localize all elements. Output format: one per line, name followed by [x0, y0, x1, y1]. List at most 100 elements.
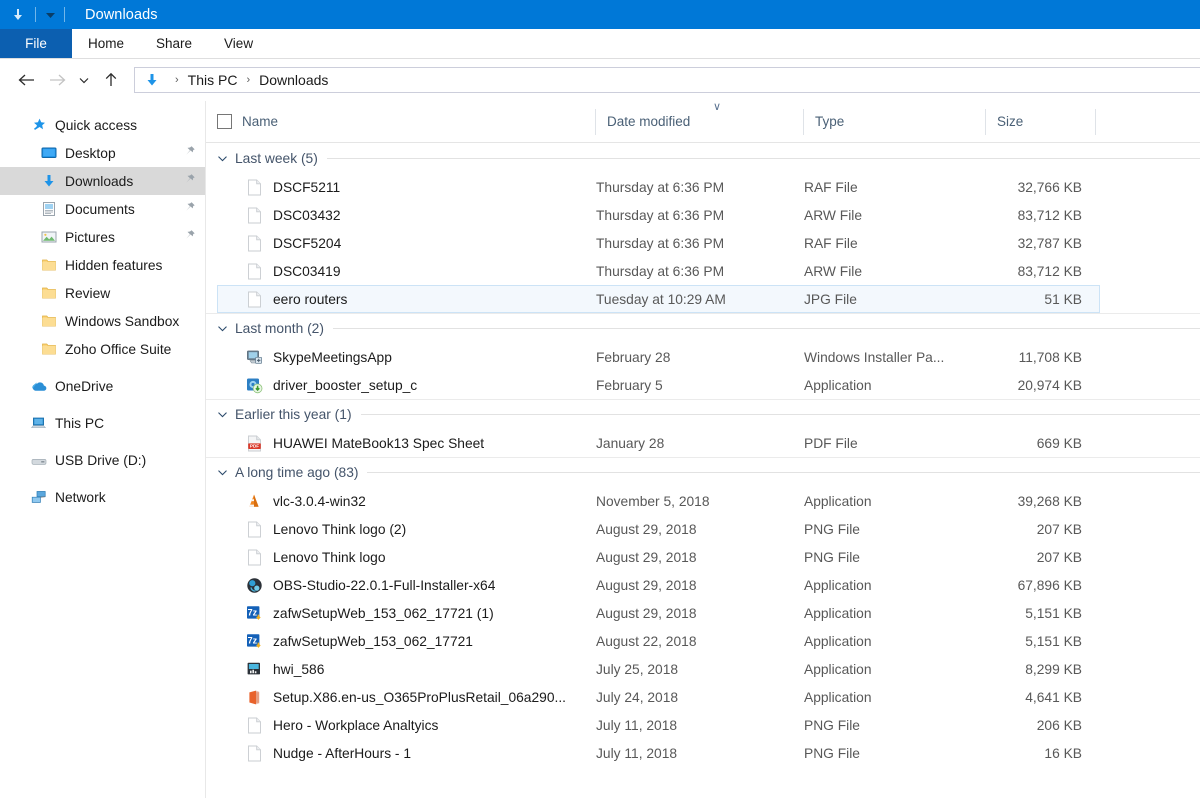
this-pc-icon: [30, 414, 48, 432]
chevron-down-icon[interactable]: [43, 5, 57, 25]
file-name-cell[interactable]: Setup.X86.en-us_O365ProPlusRetail_06a290…: [218, 688, 596, 706]
sidebar-item-label: Zoho Office Suite: [65, 341, 172, 357]
sidebar-item-this-pc[interactable]: This PC: [0, 409, 205, 437]
file-row[interactable]: Lenovo Think logo August 29, 2018 PNG File…: [217, 543, 1100, 571]
file-row[interactable]: Lenovo Think logo (2) August 29, 2018 PNG …: [217, 515, 1100, 543]
file-name-cell[interactable]: PDF HUAWEI MateBook13 Spec Sheet: [218, 434, 596, 452]
back-arrow-icon[interactable]: [12, 65, 42, 95]
file-name-cell[interactable]: DSC03432: [218, 206, 596, 224]
chevron-down-icon[interactable]: [217, 154, 228, 163]
navigation-pane[interactable]: Quick access Desktop Downloads Documents Pic…: [0, 101, 206, 798]
file-row[interactable]: 7z zafwSetupWeb_153_062_17721 August 22, 2…: [217, 627, 1100, 655]
address-bar[interactable]: › This PC › Downloads: [134, 67, 1200, 93]
chevron-down-icon[interactable]: [217, 468, 228, 477]
sidebar-item-quick-access[interactable]: Quick access: [0, 111, 205, 139]
sidebar-item-downloads[interactable]: Downloads: [0, 167, 205, 195]
sidebar-item-onedrive[interactable]: OneDrive: [0, 372, 205, 400]
file-row[interactable]: 7z zafwSetupWeb_153_062_17721 (1) August 2…: [217, 599, 1100, 627]
recent-locations-chevron-icon[interactable]: [72, 65, 96, 95]
breadcrumb-downloads[interactable]: Downloads: [257, 72, 330, 88]
sidebar-item-windows-sandbox[interactable]: Windows Sandbox: [0, 307, 205, 335]
file-name-label: DSCF5211: [273, 179, 341, 195]
sidebar-item-pictures[interactable]: Pictures: [0, 223, 205, 251]
file-group-header[interactable]: Last month (2): [206, 313, 1200, 343]
file-row[interactable]: DSC03432 Thursday at 6:36 PM ARW File 83,71…: [217, 201, 1100, 229]
file-name-label: HUAWEI MateBook13 Spec Sheet: [273, 435, 485, 451]
file-name-cell[interactable]: Lenovo Think logo: [218, 548, 596, 566]
file-group-header[interactable]: Last week (5): [206, 143, 1200, 173]
chevron-down-icon[interactable]: [217, 324, 228, 333]
select-all-checkbox[interactable]: [217, 114, 232, 129]
file-row[interactable]: DSCF5204 Thursday at 6:36 PM RAF File 32,78…: [217, 229, 1100, 257]
file-row[interactable]: SkypeMeetingsApp February 28 Windows Insta…: [217, 343, 1100, 371]
file-name-cell[interactable]: Lenovo Think logo (2): [218, 520, 596, 538]
file-name-cell[interactable]: Hero - Workplace Analtyics: [218, 716, 596, 734]
chevron-down-icon[interactable]: [217, 410, 228, 419]
pin-icon[interactable]: [184, 173, 196, 188]
column-header-type[interactable]: Type: [804, 101, 986, 143]
up-arrow-icon[interactable]: [96, 65, 126, 95]
column-headers: Name ∨ Date modified Type Size: [206, 101, 1200, 143]
sidebar-item-review[interactable]: Review: [0, 279, 205, 307]
file-name-cell[interactable]: SkypeMeetingsApp: [218, 348, 596, 366]
file-row[interactable]: vlc-3.0.4-win32 November 5, 2018 Applicati…: [217, 487, 1100, 515]
tab-view[interactable]: View: [208, 29, 269, 58]
file-row[interactable]: driver_booster_setup_c February 5 Applicat…: [217, 371, 1100, 399]
sidebar-item-network[interactable]: Network: [0, 483, 205, 511]
column-header-date-modified[interactable]: ∨ Date modified: [596, 101, 804, 143]
column-header-size[interactable]: Size: [986, 101, 1096, 143]
file-size-cell: 51 KB: [1044, 291, 1082, 307]
file-row[interactable]: Hero - Workplace Analtyics July 11, 2018 P…: [217, 711, 1100, 739]
sidebar-item-usb-drive-d[interactable]: USB Drive (D:): [0, 446, 205, 474]
file-list-pane[interactable]: Name ∨ Date modified Type Size Last week…: [206, 101, 1200, 798]
sidebar-item-documents[interactable]: Documents: [0, 195, 205, 223]
file-name-cell[interactable]: driver_booster_setup_c: [218, 376, 596, 394]
file-name-cell[interactable]: hwi_586: [218, 660, 596, 678]
file-name-cell[interactable]: DSC03419: [218, 262, 596, 280]
breadcrumb-this-pc[interactable]: This PC: [186, 72, 240, 88]
file-row[interactable]: DSCF5211 Thursday at 6:36 PM RAF File 32,76…: [217, 173, 1100, 201]
file-row[interactable]: DSC03419 Thursday at 6:36 PM ARW File 83,71…: [217, 257, 1100, 285]
file-name-cell[interactable]: DSCF5204: [218, 234, 596, 252]
pin-icon[interactable]: [184, 229, 196, 244]
column-header-name[interactable]: Name: [206, 101, 596, 143]
file-row[interactable]: PDF HUAWEI MateBook13 Spec Sheet January 2…: [217, 429, 1100, 457]
desktop-icon: [40, 144, 58, 162]
file-name-cell[interactable]: eero routers: [218, 290, 596, 308]
file-date-cell: August 29, 2018: [596, 549, 697, 565]
file-name-cell[interactable]: 7z zafwSetupWeb_153_062_17721 (1): [218, 604, 596, 622]
file-name-cell[interactable]: Nudge - AfterHours - 1: [218, 744, 596, 762]
file-row[interactable]: eero routers Tuesday at 10:29 AM JPG File 5…: [217, 285, 1100, 313]
file-group-header[interactable]: A long time ago (83): [206, 457, 1200, 487]
file-name-cell[interactable]: DSCF5211: [218, 178, 596, 196]
pin-icon[interactable]: [184, 145, 196, 160]
file-size-cell: 669 KB: [1036, 435, 1082, 451]
column-header-spacer: [1096, 101, 1191, 143]
file-row[interactable]: OBS-Studio-22.0.1-Full-Installer-x64 Augu…: [217, 571, 1100, 599]
file-row[interactable]: hwi_586 July 25, 2018 Application 8,299 KB: [217, 655, 1100, 683]
file-name-cell[interactable]: vlc-3.0.4-win32: [218, 492, 596, 510]
file-row[interactable]: Nudge - AfterHours - 1 July 11, 2018 PNG F…: [217, 739, 1100, 767]
folder-icon: [40, 256, 58, 274]
file-name-cell[interactable]: 7z zafwSetupWeb_153_062_17721: [218, 632, 596, 650]
sidebar-item-hidden-features[interactable]: Hidden features: [0, 251, 205, 279]
generic-file-icon: [246, 262, 263, 280]
file-name-cell[interactable]: OBS-Studio-22.0.1-Full-Installer-x64: [218, 576, 596, 594]
pin-icon[interactable]: [184, 201, 196, 216]
pictures-icon: [40, 228, 58, 246]
sidebar-item-desktop[interactable]: Desktop: [0, 139, 205, 167]
file-name-label: OBS-Studio-22.0.1-Full-Installer-x64: [273, 577, 496, 593]
file-name-label: vlc-3.0.4-win32: [273, 493, 366, 509]
tab-home[interactable]: Home: [72, 29, 140, 58]
file-group-header[interactable]: Earlier this year (1): [206, 399, 1200, 429]
sidebar-item-zoho-office-suite[interactable]: Zoho Office Suite: [0, 335, 205, 363]
file-row[interactable]: Setup.X86.en-us_O365ProPlusRetail_06a290…: [217, 683, 1100, 711]
tab-file[interactable]: File: [0, 29, 72, 58]
tab-share[interactable]: Share: [140, 29, 208, 58]
file-type-cell: PNG File: [804, 549, 860, 565]
file-list[interactable]: Last week (5) DSCF5211 Thursday at 6:36 PM…: [206, 143, 1200, 767]
file-name-label: zafwSetupWeb_153_062_17721: [273, 633, 473, 649]
file-date-cell: August 22, 2018: [596, 633, 697, 649]
sidebar-item-label: Documents: [65, 201, 135, 217]
generic-file-icon: [246, 178, 263, 196]
